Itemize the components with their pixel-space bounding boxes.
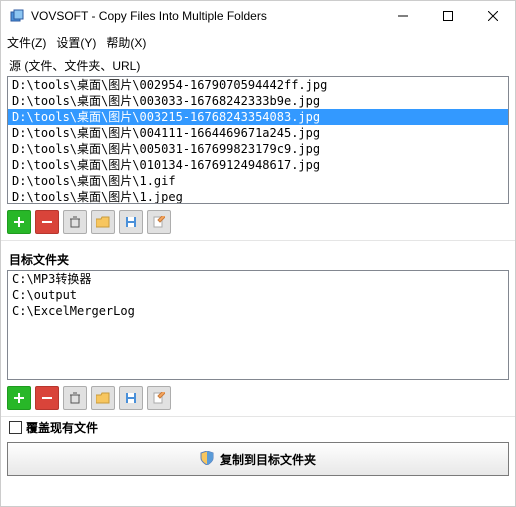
overwrite-label: 覆盖现有文件 [26,419,98,436]
source-toolbar [1,208,515,241]
add-button[interactable] [7,210,31,234]
copy-button-label: 复制到目标文件夹 [220,451,316,468]
edit-button[interactable] [147,210,171,234]
source-list[interactable]: D:\tools\桌面\图片\002954-1679070594442ff.jp… [7,76,509,204]
menubar: 文件(Z) 设置(Y) 帮助(X) [1,31,515,53]
edit-button[interactable] [147,386,171,410]
browse-button[interactable] [91,210,115,234]
list-item[interactable]: C:\output [8,287,508,303]
save-button[interactable] [119,386,143,410]
shield-icon [200,451,214,468]
menu-help[interactable]: 帮助(X) [106,34,146,51]
target-label: 目标文件夹 [1,247,515,270]
minimize-button[interactable] [380,1,425,31]
list-item[interactable]: D:\tools\桌面\图片\005031-167699823179c9.jpg [8,141,508,157]
window-title: VOVSOFT - Copy Files Into Multiple Folde… [31,9,380,23]
add-button[interactable] [7,386,31,410]
list-item[interactable]: D:\tools\桌面\图片\003215-16768243354083.jpg [8,109,508,125]
list-item[interactable]: D:\tools\桌面\图片\002954-1679070594442ff.jp… [8,77,508,93]
remove-button[interactable] [35,210,59,234]
checkbox-icon [9,421,22,434]
list-item[interactable]: D:\tools\桌面\图片\004111-1664469671a245.jpg [8,125,508,141]
menu-settings[interactable]: 设置(Y) [56,34,96,51]
titlebar: VOVSOFT - Copy Files Into Multiple Folde… [1,1,515,31]
app-icon [9,8,25,24]
copy-button[interactable]: 复制到目标文件夹 [7,442,509,476]
list-item[interactable]: D:\tools\桌面\图片\010134-16769124948617.jpg [8,157,508,173]
list-item[interactable]: C:\MP3转换器 [8,271,508,287]
trash-button[interactable] [63,386,87,410]
list-item[interactable]: C:\ExcelMergerLog [8,303,508,319]
maximize-button[interactable] [425,1,470,31]
list-item[interactable]: D:\tools\桌面\图片\003033-16768242333b9e.jpg [8,93,508,109]
close-button[interactable] [470,1,515,31]
trash-button[interactable] [63,210,87,234]
menu-file[interactable]: 文件(Z) [7,34,46,51]
list-item[interactable]: D:\tools\桌面\图片\1.jpeg [8,189,508,204]
target-list[interactable]: C:\MP3转换器C:\outputC:\ExcelMergerLog [7,270,509,380]
save-button[interactable] [119,210,143,234]
remove-button[interactable] [35,386,59,410]
source-label: 源 (文件、文件夹、URL) [1,53,515,76]
overwrite-checkbox[interactable]: 覆盖现有文件 [1,417,515,442]
target-toolbar [1,384,515,417]
list-item[interactable]: D:\tools\桌面\图片\1.gif [8,173,508,189]
browse-button[interactable] [91,386,115,410]
